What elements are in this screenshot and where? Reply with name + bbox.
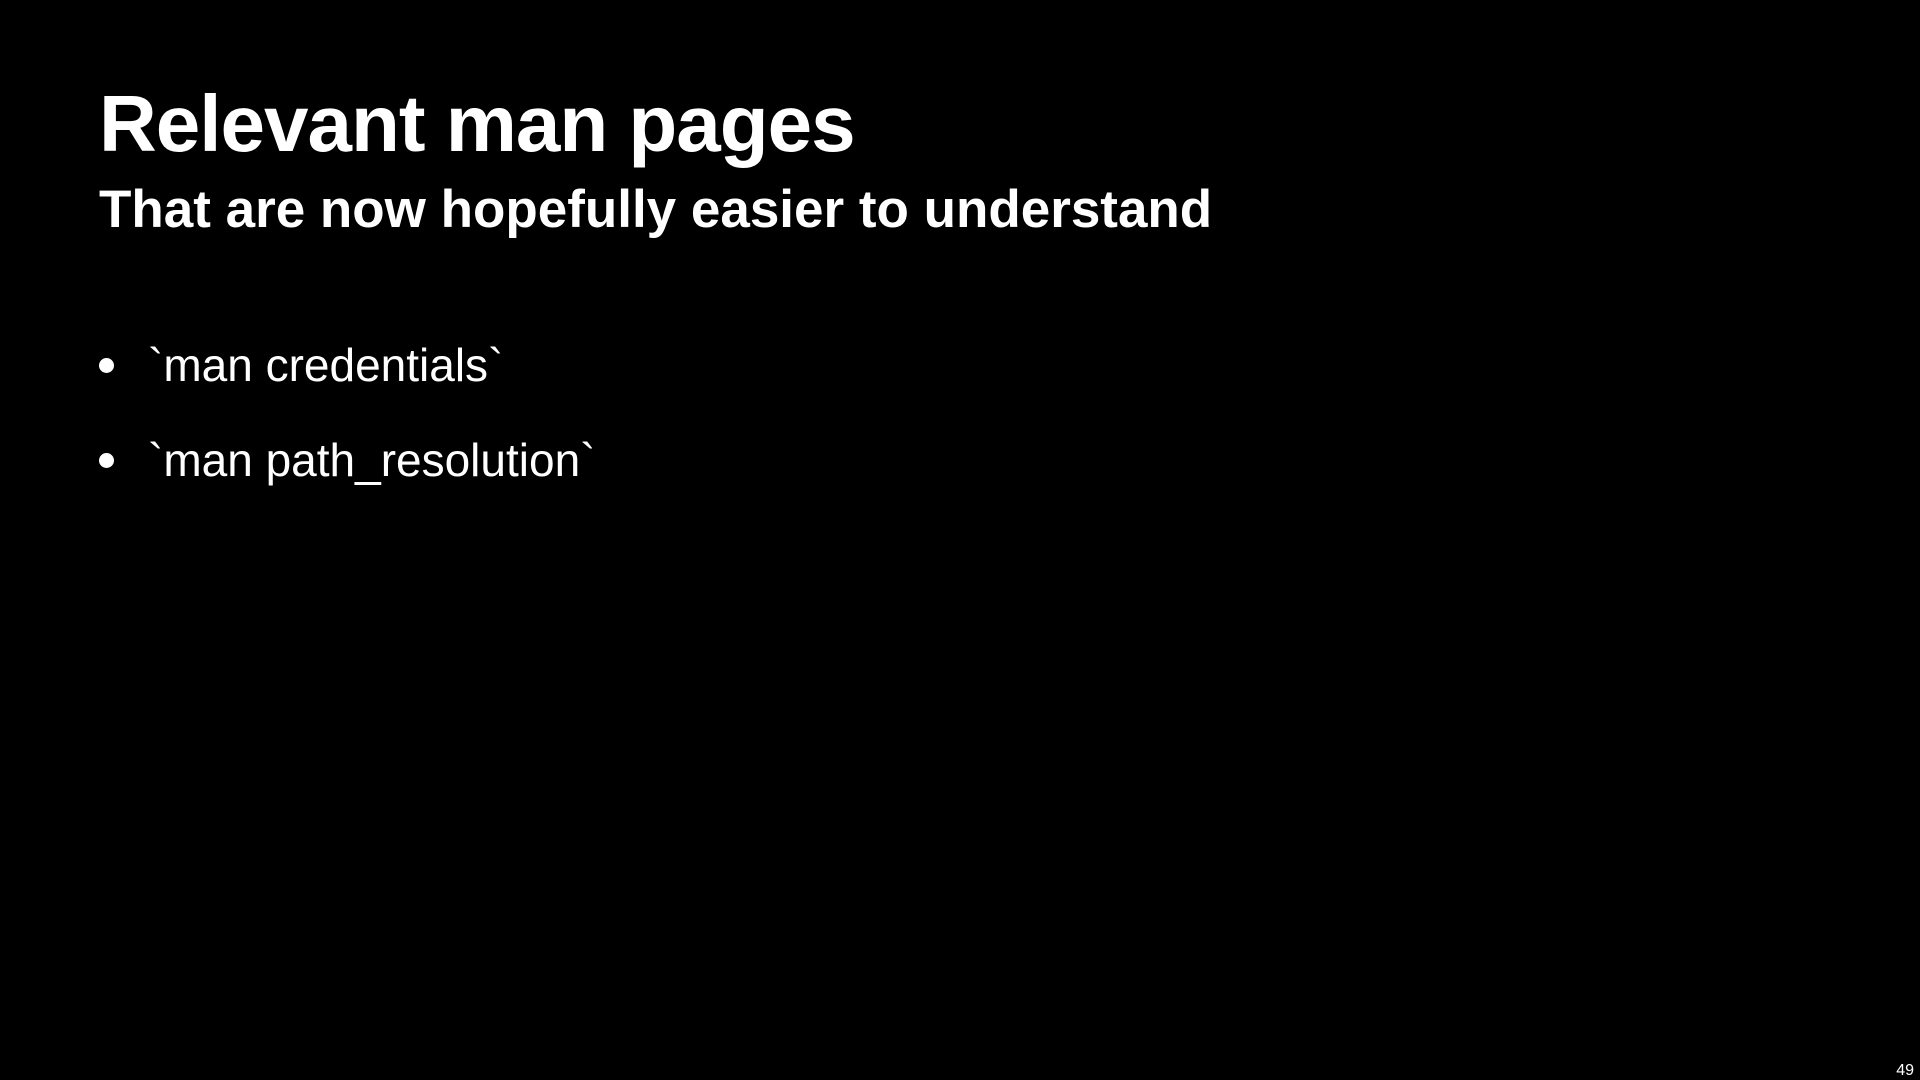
list-item: `man path_resolution` bbox=[99, 430, 595, 490]
bullet-text: `man credentials` bbox=[148, 339, 504, 391]
slide-title: Relevant man pages bbox=[99, 79, 856, 168]
page-number: 49 bbox=[1896, 1061, 1914, 1079]
bullet-list: `man credentials` `man path_resolution` bbox=[99, 335, 595, 525]
list-item: `man credentials` bbox=[99, 335, 595, 395]
slide-subtitle: That are now hopefully easier to underst… bbox=[99, 180, 1213, 239]
bullet-icon bbox=[99, 452, 114, 468]
bullet-text: `man path_resolution` bbox=[148, 434, 596, 486]
bullet-icon bbox=[99, 357, 114, 373]
slide: Relevant man pages That are now hopefull… bbox=[0, 0, 1920, 1080]
